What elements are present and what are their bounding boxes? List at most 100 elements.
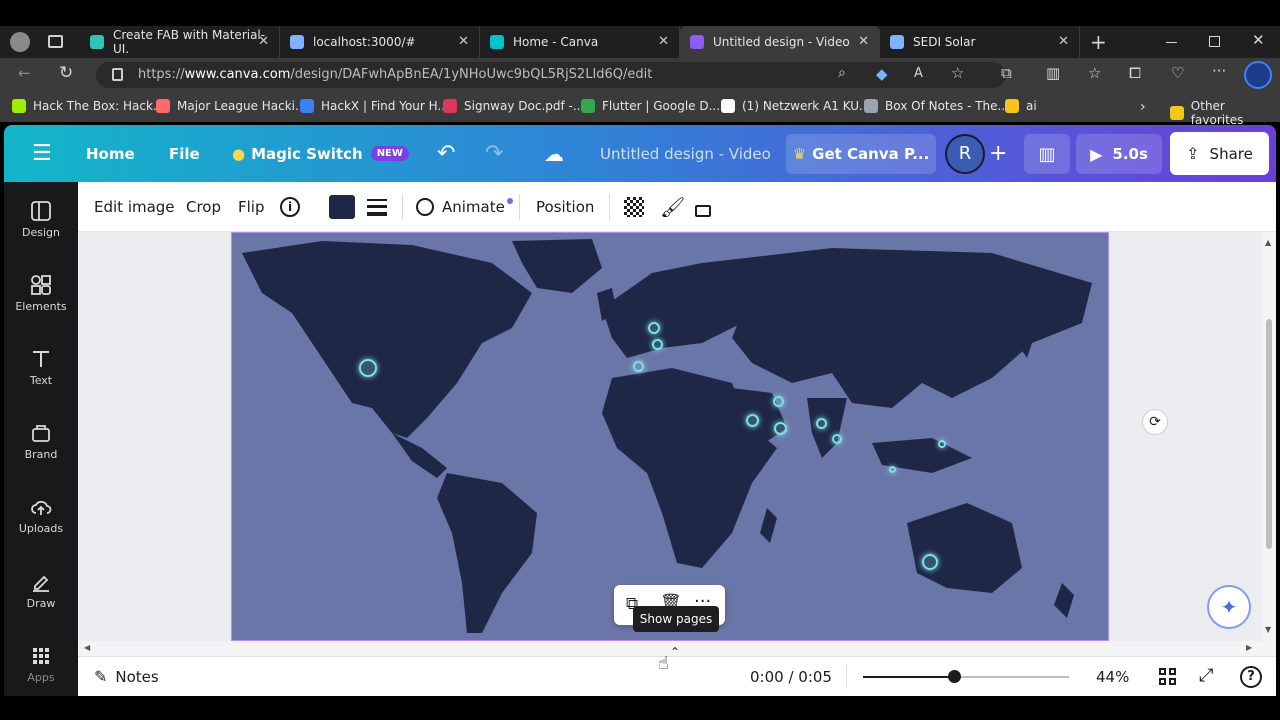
browser-tab-1[interactable]: Create FAB with Material-UI. ✕ [80, 26, 280, 58]
zoom-icon[interactable]: ⌕ [838, 65, 846, 81]
bookmark-item[interactable]: HackX | Find Your H... [300, 99, 449, 113]
show-pages-chevron-icon[interactable]: ⌃ [670, 645, 680, 659]
fullscreen-icon[interactable]: ⤢ [1199, 665, 1213, 686]
world-map-image[interactable] [231, 232, 1109, 641]
extensions-icon[interactable]: ⧉ [1001, 64, 1012, 82]
flip-button[interactable]: Flip [238, 182, 264, 232]
bookmarks-overflow-icon[interactable]: › [1140, 99, 1146, 115]
map-hotspot-marker [816, 418, 827, 429]
rail-item-design[interactable]: Design [4, 200, 78, 264]
close-icon[interactable]: ✕ [458, 34, 469, 49]
zoom-level[interactable]: 44% [1096, 668, 1129, 686]
rail-item-text[interactable]: Text [4, 348, 78, 412]
scroll-right-arrow-icon[interactable]: ▶ [1246, 643, 1252, 652]
profile-avatar[interactable] [10, 32, 30, 52]
restore-icon[interactable] [1209, 36, 1220, 47]
user-avatar[interactable]: R [945, 134, 985, 174]
bookmarks-bar: Hack The Box: Hack... Major League Hacki… [0, 92, 1280, 127]
grid-view-icon[interactable] [1159, 668, 1177, 686]
map-hotspot-marker [774, 422, 787, 435]
rail-item-elements[interactable]: Elements [4, 274, 78, 338]
vertical-scrollbar[interactable]: ▲ ▼ [1262, 232, 1276, 641]
hamburger-menu-icon[interactable]: ☰ [32, 125, 52, 182]
browser-tab-2[interactable]: localhost:3000/# ✕ [280, 26, 480, 58]
close-window-icon[interactable]: ✕ [1252, 31, 1265, 49]
minimize-icon[interactable] [1166, 42, 1177, 43]
rail-item-brand[interactable]: Brand [4, 422, 78, 486]
close-icon[interactable]: ✕ [658, 34, 669, 49]
new-tab-icon[interactable]: + [1090, 30, 1107, 54]
bar-chart-icon: ▥ [1038, 143, 1056, 165]
scrollbar-thumb[interactable] [1266, 319, 1272, 549]
grid-icon [33, 648, 49, 664]
rail-item-apps[interactable]: Apps [4, 645, 78, 709]
add-collaborator-icon[interactable]: + [989, 125, 1007, 182]
crop-button[interactable]: Crop [186, 182, 221, 232]
magic-assistant-button[interactable]: ✦ [1207, 585, 1251, 629]
zoom-slider-thumb[interactable] [948, 670, 961, 683]
url-field[interactable]: https://www.canva.com/design/DAFwhApBnEA… [96, 62, 1006, 88]
more-menu-icon[interactable]: ··· [1212, 62, 1226, 80]
info-icon[interactable]: i [280, 182, 300, 232]
bookmark-item[interactable]: (1) Netzwerk A1 KU... [721, 99, 871, 113]
reload-icon[interactable]: ↻ [59, 63, 73, 83]
world-map-land [242, 239, 1092, 633]
cloud-saved-icon[interactable]: ☁ [544, 125, 564, 182]
edit-image-button[interactable]: Edit image [94, 182, 175, 232]
browser-tab-3[interactable]: Home - Canva ✕ [480, 26, 680, 58]
notes-button[interactable]: ✎ Notes [94, 667, 159, 686]
collections-icon[interactable]: ⧠ [1129, 64, 1141, 82]
scroll-down-arrow-icon[interactable]: ▼ [1265, 625, 1271, 634]
map-hotspot-marker [633, 361, 644, 372]
rail-item-draw[interactable]: Draw [4, 571, 78, 635]
bookmark-item[interactable]: Signway Doc.pdf -... [443, 99, 584, 113]
share-button[interactable]: ⇪ Share [1170, 132, 1269, 175]
bookmark-item[interactable]: Major League Hacki... [156, 99, 306, 113]
bookmark-item[interactable]: Flutter | Google D... [581, 99, 720, 113]
help-icon[interactable]: ? [1240, 666, 1262, 688]
bookmark-favicon-icon [581, 99, 595, 113]
bookmark-folder[interactable]: ai [1005, 99, 1037, 113]
color-swatch[interactable] [329, 195, 355, 219]
position-button[interactable]: Position [536, 182, 594, 232]
play-preview-button[interactable]: ▶ 5.0s [1076, 134, 1162, 174]
insights-button[interactable]: ▥ [1024, 134, 1070, 174]
design-title[interactable]: Untitled design - Video [600, 125, 771, 182]
bookmark-item[interactable]: Hack The Box: Hack... [12, 99, 164, 113]
favorite-star-icon[interactable]: ☆ [951, 64, 964, 82]
scroll-up-arrow-icon[interactable]: ▲ [1265, 238, 1271, 247]
transparency-icon[interactable] [624, 197, 644, 217]
workspaces-icon[interactable] [48, 35, 63, 48]
back-arrow-icon[interactable]: ← [18, 64, 31, 82]
lock-icon[interactable] [695, 182, 711, 232]
copy-style-icon[interactable]: 🖌 [660, 182, 685, 232]
get-canva-pro-button[interactable]: ♛ Get Canva P... [786, 134, 936, 174]
split-screen-icon[interactable]: ▥ [1046, 64, 1060, 82]
other-favorites[interactable]: Other favorites [1170, 99, 1280, 127]
magic-switch-button[interactable]: ● Magic Switch NEW [232, 125, 409, 182]
close-icon[interactable]: ✕ [1058, 34, 1069, 49]
border-style-icon[interactable] [367, 182, 387, 232]
undo-icon[interactable]: ↶ [437, 125, 455, 182]
coupon-icon[interactable]: ◆ [876, 65, 888, 83]
redo-icon[interactable]: ↷ [485, 125, 503, 182]
browser-tab-bar: Create FAB with Material-UI. ✕ localhost… [0, 26, 1280, 58]
favorites-icon[interactable]: ☆ [1088, 64, 1101, 82]
home-button[interactable]: Home [86, 125, 135, 182]
browser-tab-5[interactable]: SEDI Solar ✕ [880, 26, 1080, 58]
browser-tab-4-active[interactable]: Untitled design - Video ✕ [680, 26, 880, 58]
bookmark-item[interactable]: Box Of Notes - The... [864, 99, 1009, 113]
animate-button[interactable]: Animate [416, 182, 513, 232]
rail-item-uploads[interactable]: Uploads [4, 496, 78, 560]
tab-label: SEDI Solar [913, 35, 976, 49]
crown-icon: ● [232, 144, 246, 163]
close-icon[interactable]: ✕ [858, 34, 869, 49]
performance-icon[interactable]: ♡ [1171, 64, 1184, 82]
close-icon[interactable]: ✕ [258, 34, 269, 49]
scroll-left-arrow-icon[interactable]: ◀ [84, 643, 90, 652]
file-menu-button[interactable]: File [169, 125, 200, 182]
zoom-slider[interactable] [863, 670, 1069, 683]
rotate-handle-icon[interactable]: ⟳ [1142, 409, 1168, 435]
read-aloud-icon[interactable]: A [914, 66, 923, 81]
copilot-icon[interactable] [1244, 61, 1272, 89]
